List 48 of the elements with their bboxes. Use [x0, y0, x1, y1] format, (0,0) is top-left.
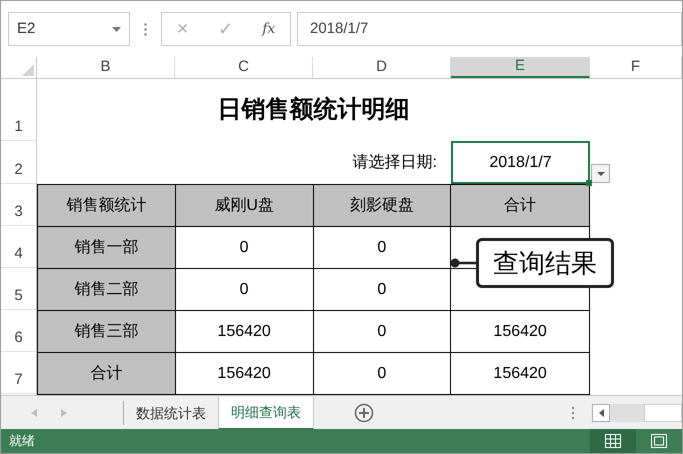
table-cell: 0: [314, 311, 452, 353]
column-header[interactable]: B: [37, 57, 175, 78]
insert-function-button[interactable]: fx: [262, 18, 276, 40]
name-box[interactable]: E2: [8, 12, 130, 46]
caret-icon: [596, 172, 604, 176]
horizontal-scrollbar[interactable]: [592, 404, 682, 422]
header-cell: 销售额统计: [38, 185, 176, 227]
row-number[interactable]: 6: [1, 310, 36, 352]
status-text: 就绪: [8, 432, 35, 450]
column-header[interactable]: F: [590, 57, 682, 78]
row-label-cell: 销售二部: [38, 269, 176, 311]
table-cell: 0: [176, 269, 314, 311]
date-label: 请选择日期:: [352, 152, 437, 172]
dropdown-caret-icon: [112, 26, 121, 32]
row-label-cell: 销售三部: [38, 311, 176, 353]
row-number[interactable]: 3: [1, 184, 36, 226]
sheet-title: 日销售额统计明细: [218, 95, 410, 125]
table-cell: 0: [314, 227, 452, 269]
corner-triangle-icon: [22, 64, 34, 76]
table-cell: 0: [176, 227, 314, 269]
scroll-left-icon[interactable]: [598, 409, 604, 417]
sheet-tab[interactable]: 明细查询表: [218, 396, 314, 430]
add-sheet-icon[interactable]: [354, 403, 374, 423]
header-cell: 合计: [451, 185, 590, 227]
row-label-cell: 合计: [38, 353, 176, 395]
callout-label: 查询结果: [476, 238, 614, 288]
row-number[interactable]: 4: [1, 226, 36, 268]
row-number[interactable]: 2: [1, 141, 36, 184]
normal-view-button[interactable]: [590, 429, 636, 453]
row-number[interactable]: 5: [1, 268, 36, 310]
sheet-tab[interactable]: 数据统计表: [124, 396, 218, 430]
row-label-cell: 销售一部: [38, 227, 176, 269]
more-icon: [144, 22, 147, 36]
grid-icon: [605, 434, 621, 448]
row-number[interactable]: 7: [1, 352, 36, 394]
leader-line: [450, 258, 476, 268]
header-cell: 威刚U盘: [176, 185, 314, 227]
column-header[interactable]: C: [175, 57, 313, 78]
row-number[interactable]: 1: [1, 79, 36, 141]
dropdown-button[interactable]: [591, 164, 610, 183]
page-icon: [651, 434, 667, 448]
date-cell[interactable]: 2018/1/7: [451, 141, 590, 184]
table-cell: 0: [314, 269, 452, 311]
header-cell: 刻影硬盘: [314, 185, 452, 227]
table-cell: 156420: [451, 311, 590, 353]
table-cell: 156420: [176, 311, 314, 353]
formula-field[interactable]: 2018/1/7: [297, 12, 682, 46]
column-header[interactable]: E: [451, 57, 590, 78]
